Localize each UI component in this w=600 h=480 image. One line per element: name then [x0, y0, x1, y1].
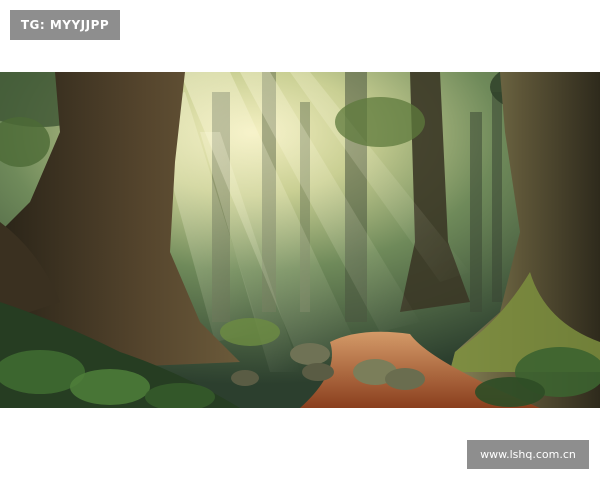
watermark-url: www.lshq.com.cn: [467, 440, 589, 469]
page: TG: MYYJJPP www.lshq.com.cn: [0, 0, 600, 480]
watermark-tag: TG: MYYJJPP: [10, 10, 120, 40]
watermark-tag-text: TG: MYYJJPP: [20, 18, 110, 32]
forest-illustration: [0, 72, 600, 408]
watermark-url-text: www.lshq.com.cn: [480, 448, 576, 461]
forest-image: [0, 72, 600, 408]
